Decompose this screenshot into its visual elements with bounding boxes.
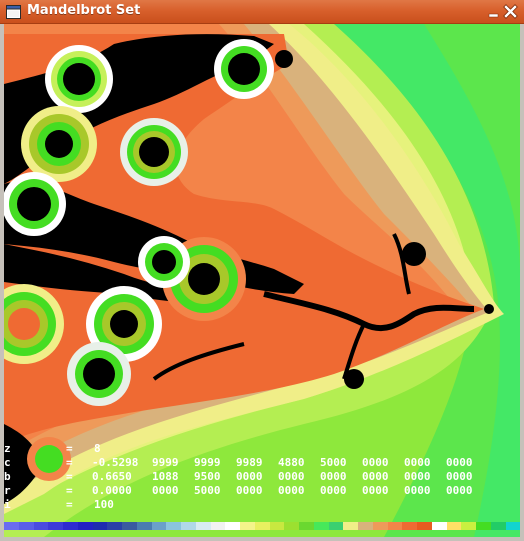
overlay-cell: 0000 xyxy=(446,470,473,483)
palette-swatch xyxy=(269,522,285,530)
palette-swatch xyxy=(166,522,181,530)
overlay-cell: 9500 xyxy=(194,470,221,483)
palette-swatch xyxy=(225,522,240,530)
palette-swatch xyxy=(402,522,417,530)
overlay-cell: 0.6650 xyxy=(92,470,132,483)
palette-swatch xyxy=(18,522,34,530)
palette-swatch xyxy=(417,522,432,530)
palette-swatch xyxy=(387,522,403,530)
palette-swatch xyxy=(107,522,122,530)
palette-swatch xyxy=(4,522,19,530)
overlay-equals: = xyxy=(66,498,73,511)
overlay-key: i xyxy=(4,498,11,511)
palette-swatch xyxy=(446,522,462,530)
overlay-cell: 4880 xyxy=(278,456,305,469)
overlay-cell: 5000 xyxy=(320,456,347,469)
overlay-cell: 0000 xyxy=(446,456,473,469)
palette-swatch xyxy=(63,522,78,530)
overlay-cell: 0000 xyxy=(236,484,263,497)
overlay-cell: 0.0000 xyxy=(92,484,132,497)
palette-swatch xyxy=(77,522,93,530)
palette-swatch xyxy=(122,522,137,530)
palette-swatch xyxy=(240,522,255,530)
overlay-cell: 0000 xyxy=(278,470,305,483)
mandelbrot-window: Mandelbrot Set z = 8 c = -0.5298 9999 99… xyxy=(0,0,524,541)
overlay-cell: -0.5298 xyxy=(92,456,139,469)
palette-swatch xyxy=(195,522,211,530)
overlay-cell: 9989 xyxy=(236,456,263,469)
overlay-cell: 0000 xyxy=(320,470,347,483)
close-icon[interactable] xyxy=(503,4,518,19)
palette-swatch xyxy=(136,522,152,530)
overlay-key: b xyxy=(4,470,11,483)
overlay-cell: 0000 xyxy=(236,470,263,483)
palette-swatch xyxy=(299,522,314,530)
overlay-cell: 0000 xyxy=(320,484,347,497)
window-app-icon[interactable] xyxy=(6,5,21,19)
palette-swatch xyxy=(476,522,491,530)
overlay-value: 100 xyxy=(94,498,114,511)
palette-swatch xyxy=(48,522,63,530)
overlay-equals: = xyxy=(66,484,73,497)
palette-swatch xyxy=(284,522,299,530)
overlay-cell: 5000 xyxy=(194,484,221,497)
overlay-cell: 0000 xyxy=(362,456,389,469)
overlay-cell: 0000 xyxy=(278,484,305,497)
overlay-cell: 1088 xyxy=(152,470,179,483)
window-title: Mandelbrot Set xyxy=(27,3,141,18)
window-frame-bottom xyxy=(0,537,524,541)
palette-swatch xyxy=(505,522,520,530)
overlay-cell: 0000 xyxy=(362,484,389,497)
palette-swatch xyxy=(431,522,447,530)
overlay-value: 8 xyxy=(94,442,101,455)
overlay-cell: 0000 xyxy=(152,484,179,497)
title-bar[interactable]: Mandelbrot Set xyxy=(0,0,524,24)
palette-swatch xyxy=(461,522,476,530)
palette-swatch xyxy=(372,522,388,530)
color-palette-bar xyxy=(4,522,520,530)
palette-swatch xyxy=(210,522,226,530)
overlay-cell: 0000 xyxy=(404,456,431,469)
palette-swatch xyxy=(490,522,506,530)
overlay-cell: 0000 xyxy=(446,484,473,497)
window-frame-right xyxy=(520,24,524,537)
overlay-equals: = xyxy=(66,456,73,469)
palette-swatch xyxy=(181,522,196,530)
minimize-icon[interactable] xyxy=(486,4,501,19)
overlay-key: c xyxy=(4,456,11,469)
overlay-cell: 9999 xyxy=(152,456,179,469)
palette-swatch xyxy=(358,522,373,530)
palette-swatch xyxy=(92,522,108,530)
overlay-cell: 0000 xyxy=(404,484,431,497)
palette-swatch xyxy=(33,522,49,530)
palette-swatch xyxy=(254,522,270,530)
overlay-equals: = xyxy=(66,470,73,483)
palette-swatch xyxy=(328,522,344,530)
overlay-cell: 0000 xyxy=(362,470,389,483)
palette-swatch xyxy=(343,522,358,530)
overlay-cell: 0000 xyxy=(404,470,431,483)
overlay-key: z xyxy=(4,442,11,455)
overlay-key: r xyxy=(4,484,11,497)
overlay-equals: = xyxy=(66,442,73,455)
overlay-cell: 9999 xyxy=(194,456,221,469)
palette-swatch xyxy=(313,522,329,530)
palette-swatch xyxy=(151,522,167,530)
